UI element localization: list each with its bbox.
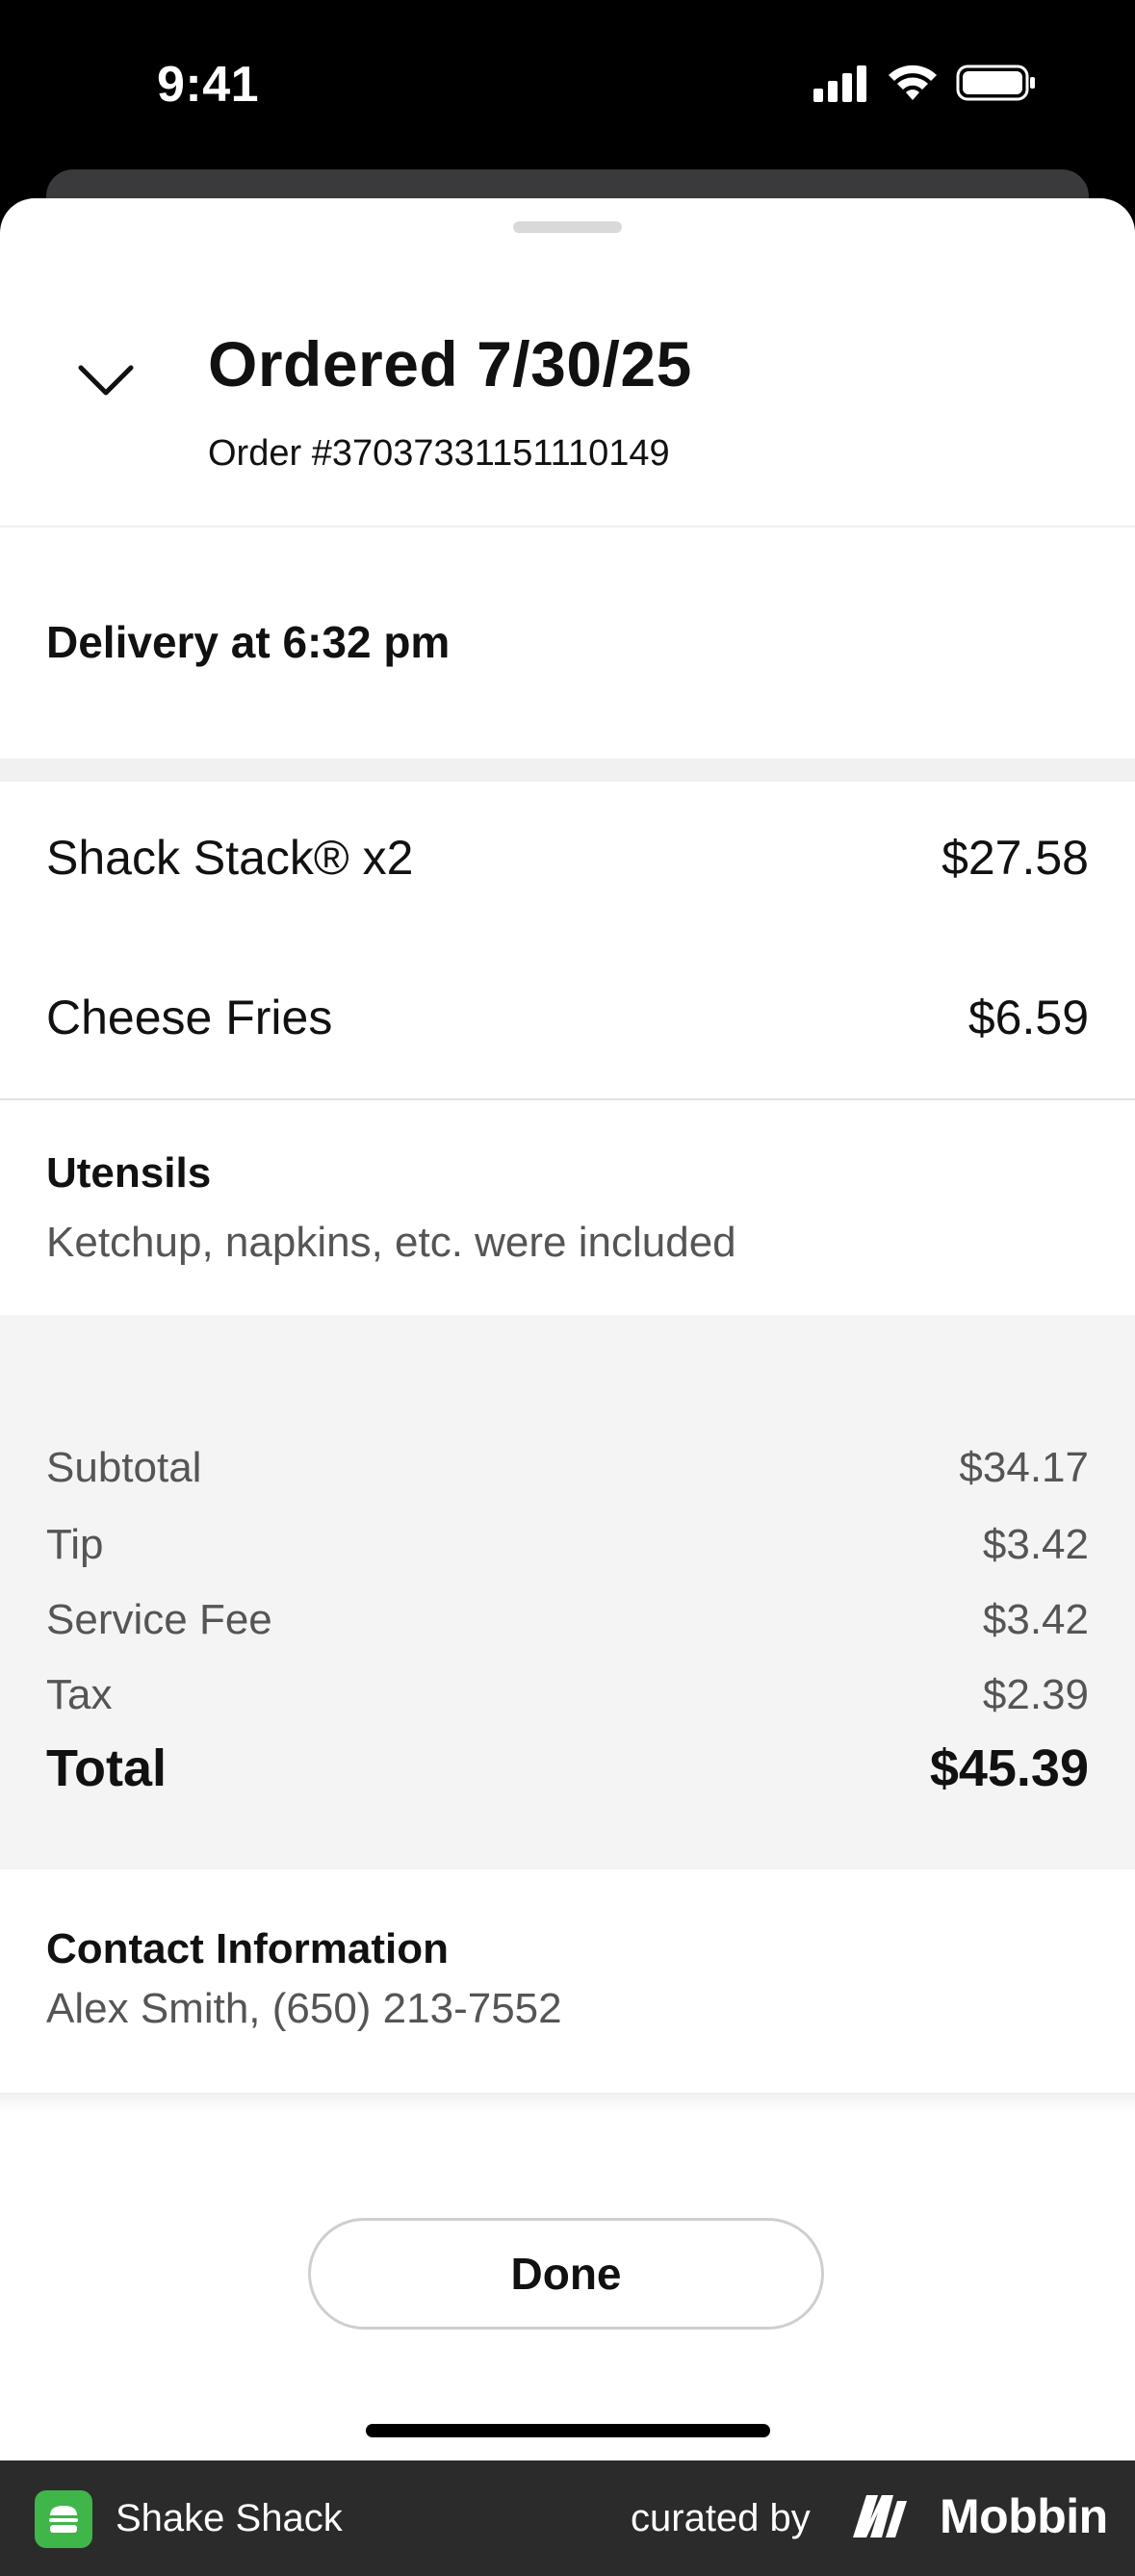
delivery-time: Delivery at 6:32 pm bbox=[46, 617, 451, 667]
app-name: Shake Shack bbox=[116, 2497, 343, 2539]
tip-label: Tip bbox=[46, 1521, 104, 1568]
wifi-icon bbox=[889, 64, 937, 100]
divider bbox=[0, 526, 1135, 528]
order-number: Order #37037331151110149 bbox=[208, 433, 670, 474]
tip-value: $3.42 bbox=[982, 1521, 1089, 1568]
service-fee-label: Service Fee bbox=[46, 1596, 272, 1643]
tax-label: Tax bbox=[46, 1671, 113, 1718]
contact-info: Alex Smith, (650) 213-7552 bbox=[46, 1985, 562, 2032]
item-name: Cheese Fries bbox=[46, 991, 333, 1044]
mobbin-brand: Mobbin bbox=[940, 2489, 1108, 2543]
home-indicator bbox=[366, 2424, 770, 2437]
footer-shadow bbox=[0, 2095, 1135, 2112]
section-separator bbox=[0, 759, 1135, 782]
item-name: Shack Stack® x2 bbox=[46, 831, 414, 885]
mobbin-logo-icon bbox=[853, 2495, 907, 2537]
burger-glyph-icon bbox=[49, 2506, 78, 2533]
status-icons bbox=[812, 62, 1037, 104]
done-button[interactable]: Done bbox=[308, 2218, 824, 2330]
sheet-grabber[interactable] bbox=[513, 221, 622, 233]
item-price: $27.58 bbox=[942, 831, 1089, 885]
subtotal-value: $34.17 bbox=[959, 1444, 1089, 1491]
total-value: $45.39 bbox=[929, 1739, 1089, 1797]
total-label: Total bbox=[46, 1739, 167, 1797]
service-fee-value: $3.42 bbox=[982, 1596, 1089, 1643]
tax-value: $2.39 bbox=[982, 1671, 1089, 1718]
utensils-title: Utensils bbox=[46, 1149, 212, 1197]
contact-title: Contact Information bbox=[46, 1925, 449, 1972]
battery-icon bbox=[956, 64, 1035, 101]
utensils-description: Ketchup, napkins, etc. were included bbox=[46, 1219, 736, 1266]
page-title: Ordered 7/30/25 bbox=[208, 328, 692, 399]
order-details-sheet: Ordered 7/30/25 Order #37037331151110149… bbox=[0, 198, 1135, 2460]
subtotal-label: Subtotal bbox=[46, 1444, 202, 1491]
burger-icon bbox=[35, 2490, 92, 2548]
chevron-down-icon[interactable] bbox=[67, 341, 144, 418]
item-price: $6.59 bbox=[967, 991, 1089, 1044]
status-time: 9:41 bbox=[157, 57, 260, 113]
divider bbox=[0, 1098, 1135, 1100]
curated-by-label: curated by bbox=[631, 2497, 811, 2539]
cellular-signal-icon bbox=[813, 65, 866, 102]
